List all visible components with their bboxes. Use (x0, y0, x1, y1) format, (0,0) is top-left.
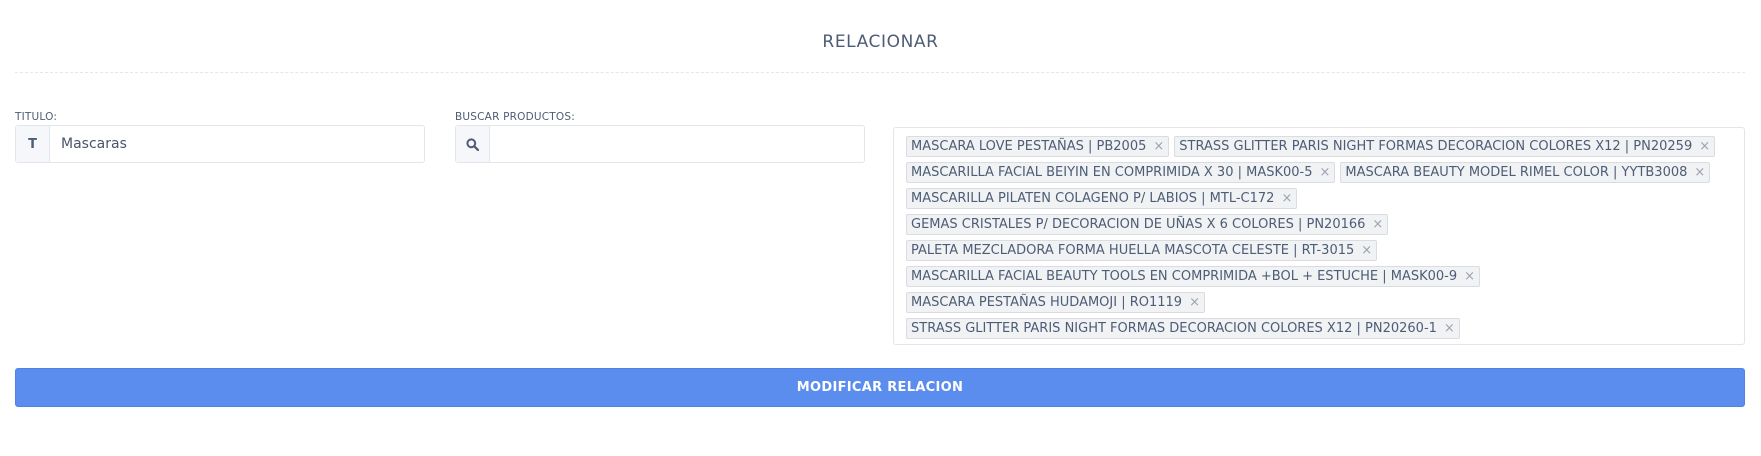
tag-row: MASCARILLA PILATEN COLAGENO P/ LABIOS | … (906, 185, 1734, 211)
selected-products-box[interactable]: MASCARA LOVE PESTAÑAS | PB2005 × STRASS GL… (893, 127, 1745, 345)
tag-label: MASCARA PESTAÑAS HUDAMOJI | RO1119 (911, 294, 1183, 310)
selected-product-tag: MASCARILLA PILATEN COLAGENO P/ LABIOS | … (906, 187, 1298, 209)
remove-tag-icon[interactable]: × (1281, 192, 1292, 205)
tag-row: MASCARA PESTAÑAS HUDAMOJI | RO1119 × (906, 289, 1734, 315)
tag-label: MASCARILLA FACIAL BEAUTY TOOLS EN COMPRI… (911, 268, 1458, 284)
tag-row: MASCARILLA FACIAL BEAUTY TOOLS EN COMPRI… (906, 263, 1734, 289)
tag-row: STRASS GLITTER PARIS NIGHT FORMAS DECORA… (906, 315, 1734, 341)
remove-tag-icon[interactable]: × (1320, 166, 1331, 179)
titulo-label: TITULO: (15, 111, 58, 123)
remove-tag-icon[interactable]: × (1189, 296, 1200, 309)
selected-product-tag: GEMAS CRISTALES P/ DECORACION DE UÑAS X … (906, 213, 1389, 235)
tag-label: MASCARA BEAUTY MODEL RIMEL COLOR | YYTB3… (1345, 164, 1688, 180)
selected-product-tag: MASCARILLA FACIAL BEIYIN EN COMPRIMIDA X… (906, 161, 1336, 183)
tag-label: STRASS GLITTER PARIS NIGHT FORMAS DECORA… (911, 320, 1437, 336)
selected-product-tag: PALETA MEZCLADORA FORMA HUELLA MASCOTA C… (906, 239, 1378, 261)
page-title: RELACIONAR (822, 32, 939, 52)
tag-label: MASCARA LOVE PESTAÑAS | PB2005 (911, 138, 1147, 154)
tag-row: GEMAS CRISTALES P/ DECORACION DE UÑAS X … (906, 211, 1734, 237)
modificar-relacion-button[interactable]: MODIFICAR RELACION (15, 368, 1745, 407)
tag-row: PALETA MEZCLADORA FORMA HUELLA MASCOTA C… (906, 237, 1734, 263)
remove-tag-icon[interactable]: × (1464, 270, 1475, 283)
remove-tag-icon[interactable]: × (1153, 140, 1164, 153)
remove-tag-icon[interactable]: × (1444, 322, 1455, 335)
selected-product-tag: MASCARA PESTAÑAS HUDAMOJI | RO1119 × (906, 291, 1205, 313)
selected-product-tag: STRASS GLITTER PARIS NIGHT FORMAS DECORA… (906, 317, 1460, 339)
remove-tag-icon[interactable]: × (1361, 244, 1372, 257)
search-icon (456, 126, 490, 162)
selected-product-tag: MASCARILLA FACIAL BEAUTY TOOLS EN COMPRI… (906, 265, 1481, 287)
buscar-productos-input-group (455, 125, 865, 163)
title-divider (15, 72, 1745, 73)
selected-product-tag: MASCARA BEAUTY MODEL RIMEL COLOR | YYTB3… (1340, 161, 1711, 183)
selected-product-tag: MASCARA LOVE PESTAÑAS | PB2005 × (906, 135, 1170, 157)
tag-label: GEMAS CRISTALES P/ DECORACION DE UÑAS X … (911, 216, 1366, 232)
remove-tag-icon[interactable]: × (1699, 140, 1710, 153)
remove-tag-icon[interactable]: × (1372, 218, 1383, 231)
tag-label: MASCARILLA PILATEN COLAGENO P/ LABIOS | … (911, 190, 1275, 206)
titulo-input[interactable] (50, 126, 424, 162)
tag-row: MASCARA LOVE PESTAÑAS | PB2005 × STRASS GL… (906, 133, 1734, 159)
tag-label: MASCARILLA FACIAL BEIYIN EN COMPRIMIDA X… (911, 164, 1313, 180)
tag-label: STRASS GLITTER PARIS NIGHT FORMAS DECORA… (1179, 138, 1693, 154)
tag-row: MASCARILLA FACIAL BEIYIN EN COMPRIMIDA X… (906, 159, 1734, 185)
remove-tag-icon[interactable]: × (1694, 166, 1705, 179)
text-type-icon: T (16, 126, 50, 162)
selected-product-tag: STRASS GLITTER PARIS NIGHT FORMAS DECORA… (1174, 135, 1716, 157)
tag-label: PALETA MEZCLADORA FORMA HUELLA MASCOTA C… (911, 242, 1355, 258)
buscar-productos-label: BUSCAR PRODUCTOS: (455, 111, 575, 123)
buscar-productos-input[interactable] (490, 126, 864, 162)
relation-form-page: RELACIONAR TITULO: T BUSCAR PRODUCTOS: M… (0, 0, 1761, 456)
titulo-input-group: T (15, 125, 425, 163)
